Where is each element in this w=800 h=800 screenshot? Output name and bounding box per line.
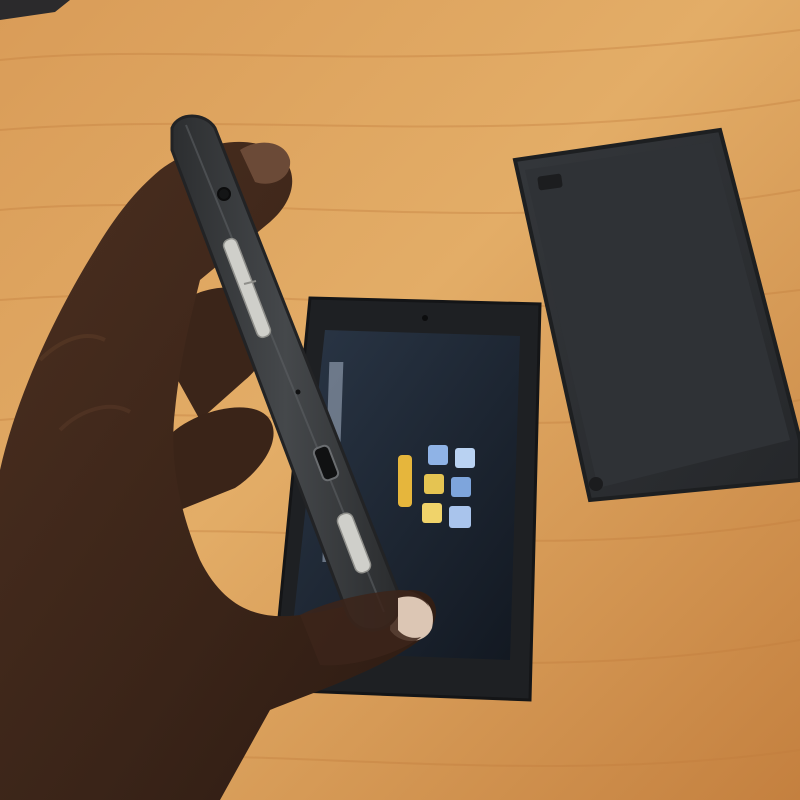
headphone-jack — [217, 187, 231, 201]
photo-illustration — [0, 0, 800, 800]
microphone-hole — [295, 389, 301, 395]
case-corner-hole — [589, 477, 603, 491]
front-camera — [422, 315, 428, 321]
screen-yellow-tab — [398, 455, 412, 507]
photo-scene — [0, 0, 800, 800]
